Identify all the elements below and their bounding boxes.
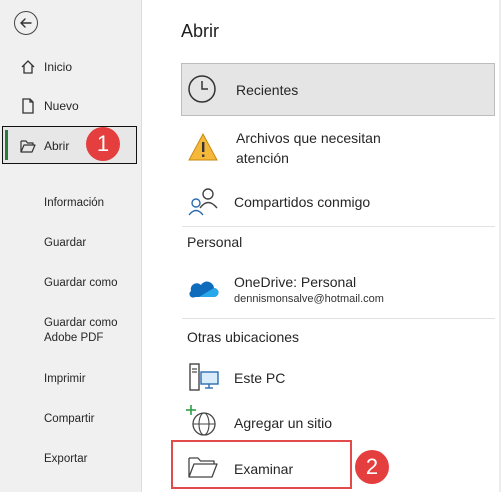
open-folder-icon bbox=[20, 140, 36, 153]
this-pc-label: Este PC bbox=[234, 370, 286, 386]
nav-informacion[interactable]: Información bbox=[44, 196, 104, 211]
recent-label: Recientes bbox=[236, 82, 299, 98]
sidebar-divider bbox=[141, 0, 142, 492]
clock-icon bbox=[188, 75, 216, 103]
back-arrow-icon bbox=[20, 18, 32, 28]
add-place-globe-icon bbox=[186, 405, 216, 436]
back-button[interactable] bbox=[14, 11, 38, 35]
nav-guardar[interactable]: Guardar bbox=[44, 236, 86, 251]
nav-compartir[interactable]: Compartir bbox=[44, 412, 94, 427]
new-file-icon bbox=[22, 98, 34, 114]
shared-people-icon bbox=[188, 188, 218, 216]
recent-button[interactable] bbox=[181, 63, 495, 116]
personal-section-title: Personal bbox=[187, 234, 243, 250]
other-locations-title: Otras ubicaciones bbox=[187, 329, 300, 345]
this-pc-item[interactable] bbox=[181, 358, 495, 398]
nav-inicio-label: Inicio bbox=[44, 60, 73, 74]
onedrive-cloud-icon bbox=[189, 281, 219, 298]
step-2-badge: 2 bbox=[355, 450, 389, 484]
step-1-badge: 1 bbox=[86, 127, 120, 161]
onedrive-email: dennismonsalve@hotmail.com bbox=[234, 293, 384, 305]
add-site-label: Agregar un sitio bbox=[234, 415, 333, 431]
nav-guardar-como[interactable]: Guardar como bbox=[44, 276, 118, 291]
nav-imprimir[interactable]: Imprimir bbox=[44, 372, 86, 387]
shared-label: Compartidos conmigo bbox=[234, 194, 371, 210]
nav-exportar[interactable]: Exportar bbox=[44, 452, 87, 467]
attention-label: Archivos que necesitan atención bbox=[236, 130, 381, 166]
browse-label: Examinar bbox=[234, 461, 294, 477]
folder-icon bbox=[188, 457, 218, 478]
onedrive-label: OneDrive: Personal bbox=[234, 274, 357, 290]
section-separator bbox=[182, 226, 495, 227]
nav-inicio[interactable]: Inicio bbox=[0, 48, 141, 86]
computer-icon bbox=[189, 363, 219, 391]
nav-guardar-como-pdf[interactable]: Guardar como Adobe PDF bbox=[44, 316, 129, 346]
nav-abrir-label: Abrir bbox=[44, 139, 70, 153]
nav-nuevo-label: Nuevo bbox=[44, 99, 79, 113]
add-site-item[interactable] bbox=[181, 402, 495, 442]
section-separator bbox=[182, 318, 495, 319]
page-title: Abrir bbox=[181, 21, 220, 41]
nav-nuevo[interactable]: Nuevo bbox=[0, 87, 141, 125]
warning-icon bbox=[188, 132, 218, 161]
home-icon bbox=[21, 60, 35, 74]
